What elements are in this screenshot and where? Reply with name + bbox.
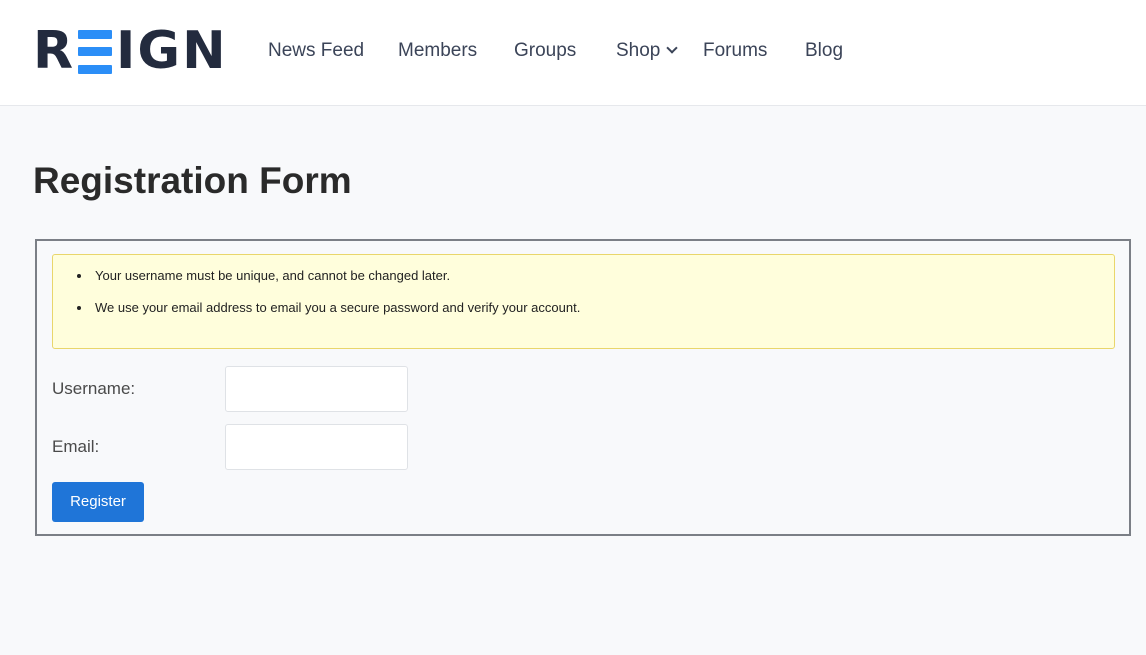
nav-item-shop[interactable]: Shop (616, 38, 679, 64)
main-nav: News Feed Members Groups Shop Forums Blo… (0, 0, 1146, 104)
notice-list: Your username must be unique, and cannot… (77, 267, 580, 317)
username-label: Username: (52, 379, 136, 398)
nav-item-blog[interactable]: Blog (805, 38, 843, 64)
register-button[interactable]: Register (52, 482, 144, 522)
page-title: Registration Form (33, 160, 352, 201)
email-label: Email: (52, 437, 100, 456)
email-input[interactable] (225, 424, 408, 470)
notice-item-username: Your username must be unique, and cannot… (77, 267, 580, 285)
nav-item-members[interactable]: Members (398, 38, 477, 64)
username-input[interactable] (225, 366, 408, 412)
notice-item-email: We use your email address to email you a… (77, 299, 580, 317)
nav-item-groups[interactable]: Groups (514, 38, 576, 64)
info-notice: Your username must be unique, and cannot… (52, 254, 1115, 349)
registration-form: Your username must be unique, and cannot… (35, 239, 1131, 536)
nav-item-forums[interactable]: Forums (703, 38, 767, 64)
chevron-down-icon (666, 42, 679, 54)
site-header: R IGN News Feed Members Groups Shop Foru… (0, 0, 1146, 106)
nav-item-shop-label: Shop (616, 40, 661, 61)
nav-item-news-feed[interactable]: News Feed (268, 38, 364, 64)
